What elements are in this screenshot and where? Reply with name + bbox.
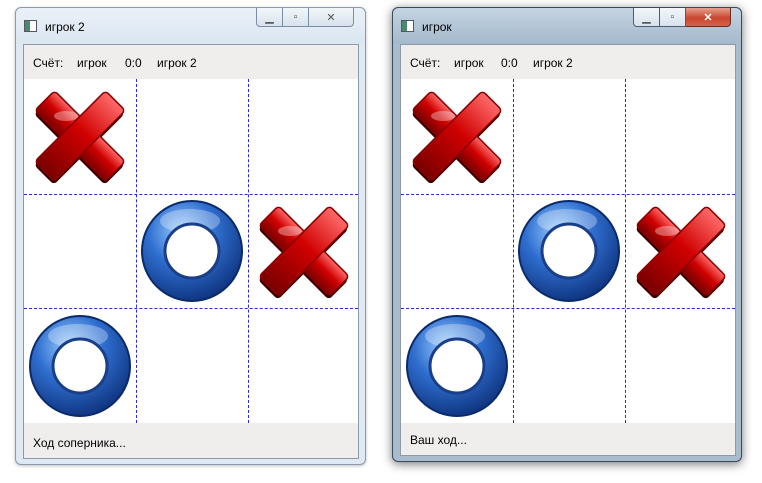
app-icon	[24, 20, 37, 32]
score-player1: игрок	[77, 56, 107, 70]
window-player2[interactable]: игрок 2 ▁ ▫ ✕ Счёт: игрок 0:0 игрок 2 Хо…	[15, 7, 366, 465]
board-cell[interactable]	[627, 195, 738, 309]
score-bar: Счёт: игрок 0:0 игрок 2	[24, 45, 358, 79]
close-icon: ✕	[703, 11, 713, 24]
score-player2: игрок 2	[533, 56, 573, 70]
minimize-button[interactable]: ▁	[633, 8, 660, 27]
game-board	[24, 79, 358, 423]
board-cell[interactable]	[403, 310, 514, 424]
game-board	[401, 79, 735, 423]
client-area: Счёт: игрок 0:0 игрок 2	[23, 44, 359, 459]
title-bar[interactable]: игрок 2 ▁ ▫ ✕	[16, 8, 365, 44]
board-cell[interactable]	[138, 80, 249, 194]
board-cell[interactable]	[26, 195, 137, 309]
board-cell[interactable]	[138, 195, 249, 309]
maximize-button[interactable]: ▫	[283, 8, 309, 27]
close-button[interactable]: ✕	[686, 8, 731, 27]
board-cell[interactable]	[250, 80, 361, 194]
app-icon	[401, 20, 414, 32]
score-player1: игрок	[454, 56, 484, 70]
score-value: 0:0	[501, 56, 518, 70]
board-cell[interactable]	[515, 80, 626, 194]
status-text: Ваш ход...	[410, 433, 467, 447]
title-bar[interactable]: игрок ▁ ▫ ✕	[393, 8, 741, 44]
maximize-icon: ▫	[293, 11, 298, 23]
board-cell[interactable]	[26, 310, 137, 424]
close-button[interactable]: ✕	[309, 8, 354, 27]
minimize-icon: ▁	[642, 11, 651, 24]
board-cell[interactable]	[403, 195, 514, 309]
maximize-button[interactable]: ▫	[660, 8, 686, 27]
board-cell[interactable]	[250, 195, 361, 309]
board-cell[interactable]	[250, 310, 361, 424]
board-cell[interactable]	[515, 310, 626, 424]
minimize-button[interactable]: ▁	[256, 8, 283, 27]
window-player1[interactable]: игрок ▁ ▫ ✕ Счёт: игрок 0:0 игрок 2 Ваш …	[392, 7, 742, 462]
score-value: 0:0	[125, 56, 142, 70]
close-icon: ✕	[326, 11, 336, 24]
board-cell[interactable]	[627, 310, 738, 424]
maximize-icon: ▫	[670, 11, 675, 23]
board-cell[interactable]	[26, 80, 137, 194]
status-text: Ход соперника...	[33, 436, 126, 450]
window-title: игрок 2	[45, 20, 85, 34]
window-title: игрок	[422, 20, 452, 34]
board-cell[interactable]	[138, 310, 249, 424]
board-cell[interactable]	[515, 195, 626, 309]
score-player2: игрок 2	[157, 56, 197, 70]
board-cell[interactable]	[403, 80, 514, 194]
score-label: Счёт:	[410, 56, 441, 70]
client-area: Счёт: игрок 0:0 игрок 2	[400, 44, 736, 456]
minimize-icon: ▁	[265, 11, 274, 24]
score-label: Счёт:	[33, 56, 64, 70]
board-cell[interactable]	[627, 80, 738, 194]
score-bar: Счёт: игрок 0:0 игрок 2	[401, 45, 735, 79]
